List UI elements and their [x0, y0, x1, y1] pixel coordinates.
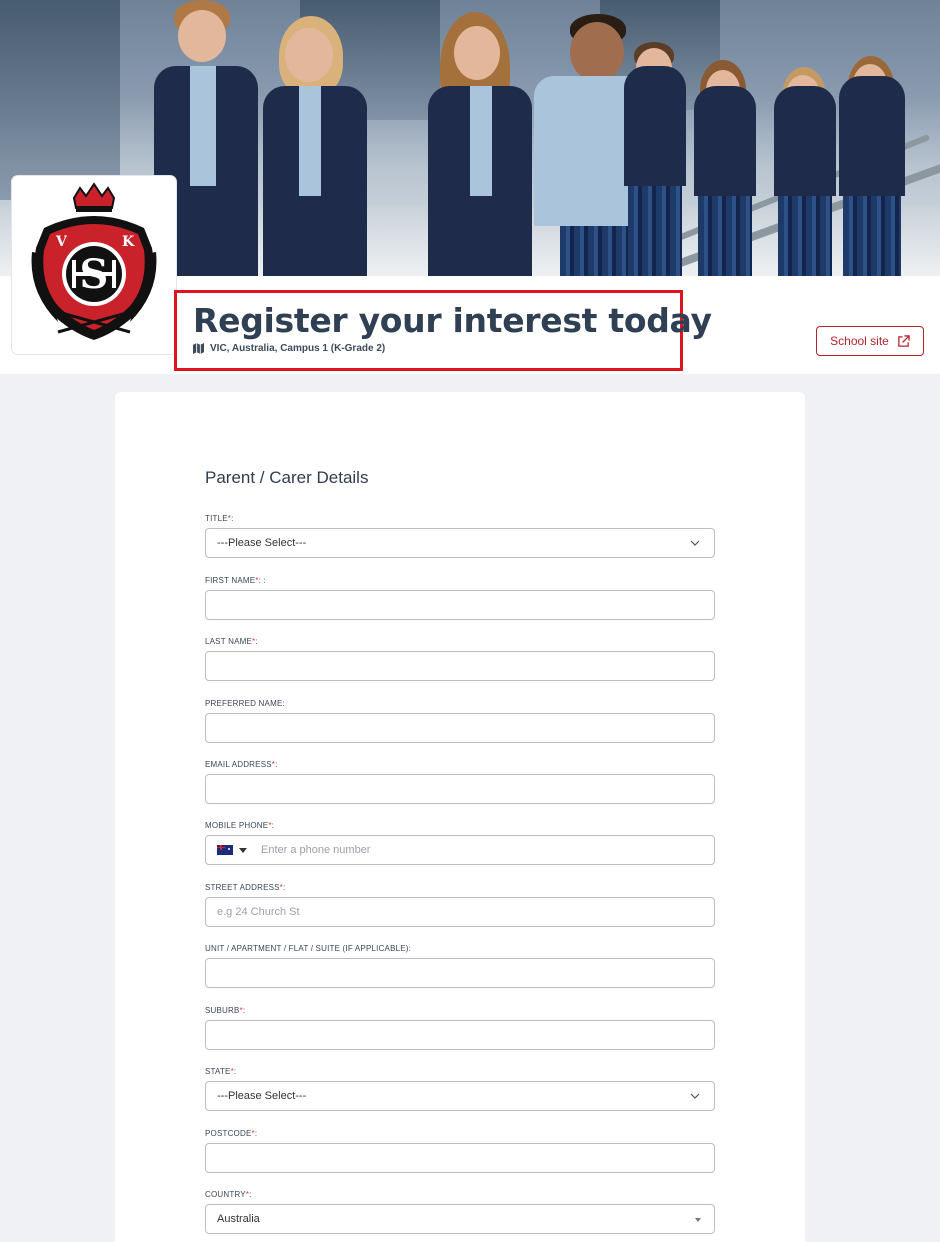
mobile-phone-field: MOBILE PHONE*: Enter a phone number — [205, 821, 715, 865]
street-placeholder: e.g 24 Church St — [217, 906, 300, 918]
country-field: COUNTRY*: Australia — [205, 1190, 715, 1234]
state-select[interactable]: ---Please Select--- — [205, 1081, 715, 1111]
field-label: PREFERRED NAME: — [205, 699, 285, 708]
street-address-field: STREET ADDRESS*: e.g 24 Church St — [205, 883, 715, 927]
svg-text:V: V — [55, 234, 68, 250]
unit-input[interactable] — [205, 958, 715, 988]
school-site-button[interactable]: School site — [816, 326, 924, 356]
field-label: FIRST NAME*: : — [205, 576, 266, 585]
svg-text:K: K — [122, 234, 135, 250]
student-figure — [420, 0, 540, 276]
field-label: EMAIL ADDRESS*: — [205, 760, 278, 769]
section-title: Parent / Carer Details — [205, 468, 369, 487]
field-label: LAST NAME*: — [205, 637, 258, 646]
first-name-field: FIRST NAME*: : — [205, 576, 715, 620]
map-icon — [193, 343, 204, 354]
student-figure — [835, 26, 910, 276]
caret-down-icon[interactable] — [239, 847, 247, 853]
last-name-input[interactable] — [205, 651, 715, 681]
select-value: ---Please Select--- — [217, 1090, 307, 1102]
student-figure — [770, 31, 840, 276]
window — [0, 0, 120, 200]
phone-placeholder: Enter a phone number — [261, 844, 371, 856]
select-value: Australia — [217, 1213, 260, 1225]
preferred-name-input[interactable] — [205, 713, 715, 743]
australia-flag-icon[interactable] — [217, 845, 233, 855]
preferred-name-field: PREFERRED NAME: — [205, 699, 715, 743]
field-label: STATE*: — [205, 1067, 237, 1076]
school-site-label: School site — [830, 334, 889, 348]
field-label: TITLE*: — [205, 514, 234, 523]
student-figure — [620, 16, 690, 276]
chevron-down-icon — [690, 1093, 700, 1099]
postcode-field: POSTCODE*: — [205, 1129, 715, 1173]
email-input[interactable] — [205, 774, 715, 804]
title-highlight: Register your interest today VIC, Austra… — [174, 290, 712, 371]
field-label: POSTCODE*: — [205, 1129, 258, 1138]
field-label: MOBILE PHONE*: — [205, 821, 275, 830]
field-label: UNIT / APARTMENT / FLAT / SUITE (IF APPL… — [205, 944, 412, 953]
field-label: STREET ADDRESS*: — [205, 883, 286, 892]
country-select[interactable]: Australia — [205, 1204, 715, 1234]
mobile-phone-input[interactable]: Enter a phone number — [205, 835, 715, 865]
location-line: VIC, Australia, Campus 1 (K-Grade 2) — [193, 343, 385, 354]
title-select[interactable]: ---Please Select--- — [205, 528, 715, 558]
field-label: SUBURB*: — [205, 1006, 246, 1015]
external-link-icon — [898, 334, 910, 347]
last-name-field: LAST NAME*: — [205, 637, 715, 681]
state-field: STATE*: ---Please Select--- — [205, 1067, 715, 1111]
suburb-input[interactable] — [205, 1020, 715, 1050]
form-card: Parent / Carer Details TITLE*: ---Please… — [115, 392, 805, 1242]
postcode-input[interactable] — [205, 1143, 715, 1173]
location-text: VIC, Australia, Campus 1 (K-Grade 2) — [210, 343, 386, 354]
street-address-input[interactable]: e.g 24 Church St — [205, 897, 715, 927]
title-field: TITLE*: ---Please Select--- — [205, 514, 715, 558]
student-figure — [255, 0, 375, 276]
school-logo: V K S — [12, 176, 176, 354]
unit-field: UNIT / APARTMENT / FLAT / SUITE (IF APPL… — [205, 944, 715, 988]
email-field: EMAIL ADDRESS*: — [205, 760, 715, 804]
crest-icon: V K S — [31, 182, 157, 340]
page-title: Register your interest today — [193, 301, 712, 340]
student-figure — [690, 26, 760, 276]
caret-down-icon — [695, 1218, 701, 1222]
suburb-field: SUBURB*: — [205, 1006, 715, 1050]
field-label: COUNTRY*: — [205, 1190, 252, 1199]
select-value: ---Please Select--- — [217, 537, 307, 549]
first-name-input[interactable] — [205, 590, 715, 620]
chevron-down-icon — [690, 540, 700, 546]
